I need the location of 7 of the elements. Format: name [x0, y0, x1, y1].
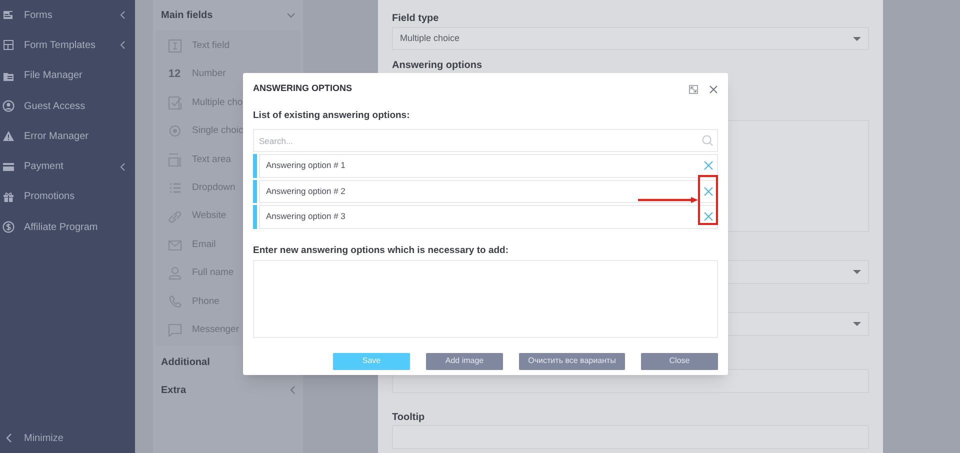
section-label: Enter new answering options which is necessary to add:	[253, 244, 510, 258]
number-icon: 12	[168, 66, 181, 83]
field-label: Answering options	[392, 59, 483, 71]
field-label: Field type	[392, 12, 440, 26]
field-label: Tooltip	[392, 411, 426, 425]
dialog-title: ANSWERING OPTIONS	[253, 82, 352, 96]
section-label: List of existing answering options:	[253, 109, 411, 123]
